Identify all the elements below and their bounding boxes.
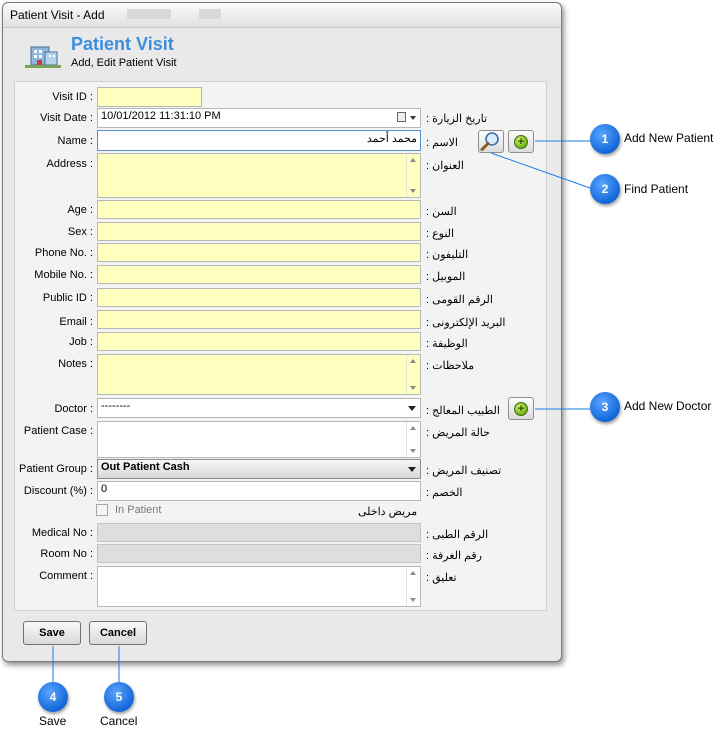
callout-1-label: Add New Patient bbox=[624, 131, 714, 145]
callout-1: 1 bbox=[590, 124, 620, 154]
callout-5-label: Cancel bbox=[100, 714, 138, 728]
callout-4: 4 bbox=[38, 682, 68, 712]
callout-leader-lines bbox=[52, 140, 591, 682]
callout-2-label: Find Patient bbox=[624, 182, 689, 196]
callout-3: 3 bbox=[590, 392, 620, 422]
callout-4-label: Save bbox=[39, 714, 67, 728]
callout-2: 2 bbox=[590, 174, 620, 204]
callout-3-label: Add New Doctor bbox=[624, 399, 712, 413]
callout-5: 5 bbox=[104, 682, 134, 712]
